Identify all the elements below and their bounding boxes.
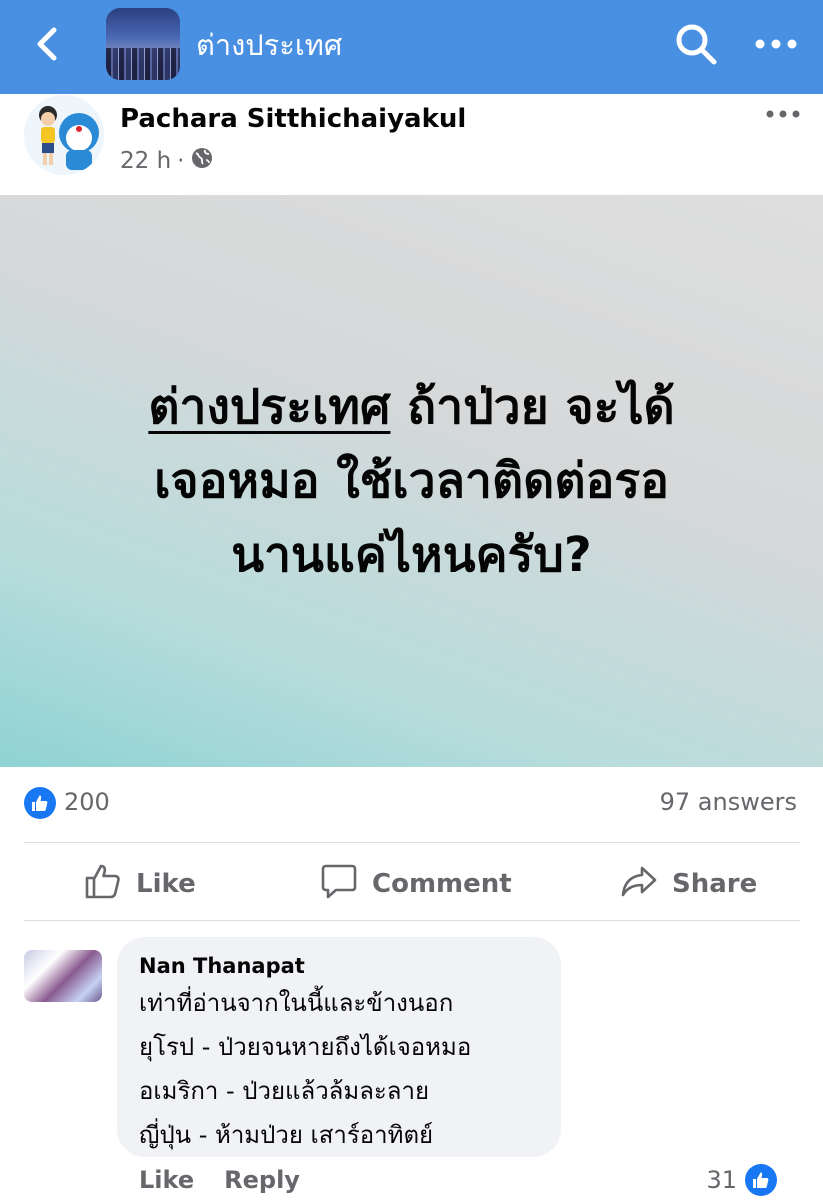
post-text-line2: เจอหมอ ใช้เวลาติดต่อรอ [154, 453, 669, 509]
share-button[interactable]: Share [620, 862, 757, 906]
comment-reaction-count: 31 [706, 1166, 737, 1194]
like-button[interactable]: Like [84, 862, 196, 906]
author-avatar[interactable] [24, 95, 104, 175]
post-background-card: ต่างประเทศ ถ้าป่วย จะได้ เจอหมอ ใช้เวลาต… [0, 195, 823, 767]
group-thumbnail[interactable] [106, 8, 180, 80]
meta-dot: · [177, 148, 185, 174]
post-time[interactable]: 22 h [120, 148, 171, 174]
post-text: ต่างประเทศ ถ้าป่วย จะได้ เจอหมอ ใช้เวลาต… [92, 370, 732, 592]
post-meta: 22 h · [120, 146, 214, 176]
commenter-avatar[interactable] [24, 950, 102, 1002]
answers-count[interactable]: 97 answers [660, 788, 797, 816]
share-label: Share [672, 869, 758, 899]
comment-line: เท่าที่อ่านจากในนี้และข้างนอก [139, 989, 454, 1017]
post-options-icon[interactable] [764, 104, 804, 124]
more-options-icon[interactable] [752, 30, 800, 58]
comment-bubble[interactable]: Nan Thanapat เท่าที่อ่านจากในนี้และข้างน… [117, 937, 561, 1157]
comment-line: อเมริกา - ป่วยแล้วล้มละลาย [139, 1077, 430, 1105]
comment-reactions[interactable]: 31 [706, 1164, 777, 1196]
search-icon[interactable] [674, 22, 718, 66]
divider [24, 920, 800, 921]
comment-line: ญี่ปุ่น - ห้ามป่วย เสาร์อาทิตย์ [139, 1121, 434, 1149]
commenter-name[interactable]: Nan Thanapat [139, 951, 539, 981]
post-author-name[interactable]: Pachara Sitthichaiyakul [120, 104, 466, 134]
comment-actions: Like Reply [139, 1166, 300, 1194]
back-chevron-icon[interactable] [28, 22, 68, 66]
share-arrow-icon [620, 862, 658, 907]
thumbs-up-icon [84, 862, 122, 907]
post-text-line3: นานแค่ไหนครับ? [231, 527, 592, 583]
group-name[interactable]: ต่างประเทศ [196, 22, 342, 68]
comment-label: Comment [372, 869, 512, 899]
comment-line: ยุโรป - ป่วยจนหายถึงได้เจอหมอ [139, 1033, 472, 1061]
top-app-bar: ต่างประเทศ [0, 0, 823, 94]
globe-icon [190, 146, 214, 176]
comment-like-button[interactable]: Like [139, 1166, 194, 1194]
like-reaction-icon[interactable] [24, 787, 56, 819]
post-hashtag-link[interactable]: ต่างประเทศ [148, 379, 390, 435]
like-reaction-icon [745, 1164, 777, 1196]
divider [24, 842, 800, 843]
comment-button[interactable]: Comment [320, 862, 512, 906]
reaction-count[interactable]: 200 [64, 788, 110, 816]
post-text-line1: ถ้าป่วย จะได้ [390, 379, 675, 435]
like-label: Like [136, 869, 196, 899]
comment-reply-button[interactable]: Reply [224, 1166, 300, 1194]
comment-bubble-icon [320, 862, 358, 907]
